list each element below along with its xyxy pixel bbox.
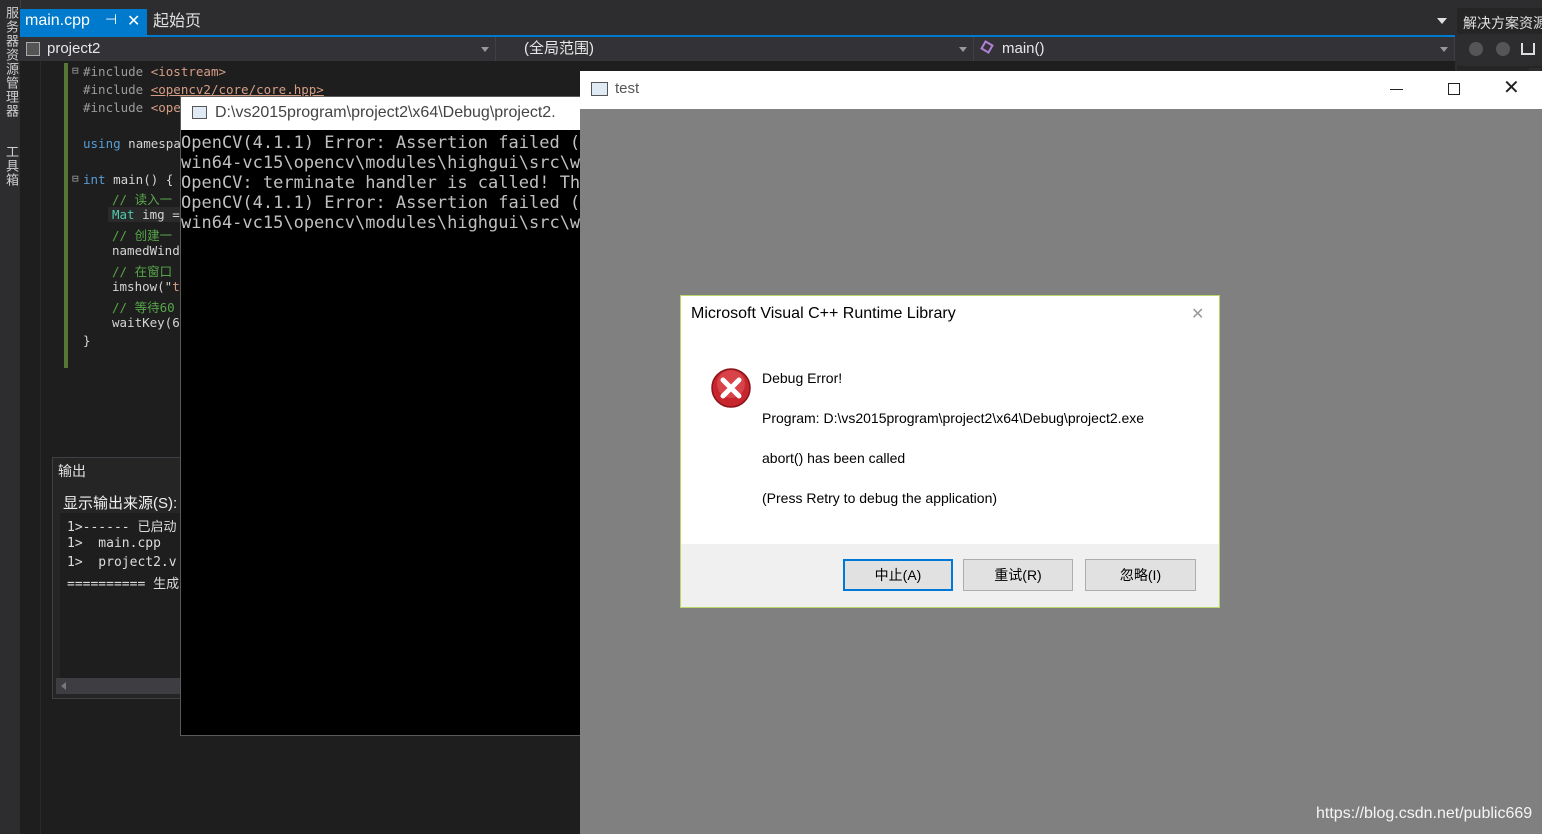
ignore-button[interactable]: 忽略(I) (1085, 559, 1196, 591)
collapse-icon[interactable]: ⊟ (72, 64, 79, 77)
output-source-label: 显示输出来源(S): (63, 495, 178, 512)
code-line: #include <ope (83, 100, 181, 115)
console-line: win64-vc15\opencv\modules\highgui\src\wi (181, 213, 591, 233)
console-line: win64-vc15\opencv\modules\highgui\src\wi (181, 153, 591, 173)
dialog-title: Microsoft Visual C++ Runtime Library (691, 305, 956, 322)
member-label: main() (1002, 40, 1045, 57)
chevron-down-icon (1440, 47, 1448, 52)
member-dropdown[interactable]: main() (976, 37, 1455, 61)
solution-explorer-title: 解决方案资源 (1463, 15, 1542, 31)
home-icon[interactable] (1521, 43, 1535, 55)
tab-main-cpp[interactable]: main.cpp ⊣ ✕ (20, 9, 147, 35)
navigation-bar: project2 (全局范围) main() (20, 37, 1455, 61)
output-line: 1> project2.v (67, 555, 177, 570)
scope-dropdown[interactable]: (全局范围) (498, 37, 974, 61)
output-line: 1> main.cpp (67, 536, 161, 551)
dialog-message: abort() has been called (762, 450, 906, 466)
change-tracking-bar (64, 63, 68, 368)
close-icon[interactable]: ✕ (127, 11, 140, 31)
code-line: // 等待60 (112, 300, 175, 315)
console-line: OpenCV(4.1.1) Error: Assertion failed (s (181, 133, 591, 153)
watermark-text: https://blog.csdn.net/public669 (1316, 805, 1533, 822)
error-icon (711, 368, 751, 408)
close-icon[interactable]: ✕ (1503, 75, 1520, 100)
console-app-icon (192, 106, 207, 119)
project-label: project2 (47, 40, 101, 57)
console-titlebar[interactable]: D:\vs2015program\project2\x64\Debug\proj… (181, 97, 585, 130)
code-line: waitKey(6( (112, 315, 188, 330)
document-tab-bar: main.cpp ⊣ ✕ 起始页 (20, 8, 1455, 37)
retry-button[interactable]: 重试(R) (963, 559, 1073, 591)
maximize-icon[interactable] (1448, 83, 1460, 95)
forward-icon[interactable] (1496, 42, 1510, 56)
dialog-hint: (Press Retry to debug the application) (762, 490, 998, 506)
output-horizontal-scrollbar[interactable] (56, 678, 180, 694)
pin-icon[interactable]: ⊣ (105, 11, 117, 28)
dialog-program-path: Program: D:\vs2015program\project2\x64\D… (762, 410, 1145, 426)
editor-margin (40, 61, 41, 834)
code-line: // 在窗口 (112, 264, 173, 279)
code-line: #include <opencv2/core/core.hpp> (83, 82, 324, 97)
code-line: imshow("te (112, 279, 187, 294)
dialog-close-icon[interactable]: ✕ (1191, 304, 1204, 324)
method-icon (980, 40, 994, 54)
code-line: } (83, 333, 91, 348)
code-line: namedWindo (112, 243, 188, 258)
code-line: // 创建一 (112, 228, 173, 243)
minimize-icon[interactable] (1390, 89, 1403, 90)
scroll-left-icon[interactable] (61, 682, 66, 690)
tab-overflow-icon[interactable] (1437, 18, 1447, 24)
code-line: // 读入一 (112, 192, 173, 207)
chevron-down-icon (481, 47, 489, 52)
code-line: Mat img = (108, 207, 184, 222)
code-line: int main() { (83, 172, 174, 187)
server-explorer-tab[interactable]: 服务器资源管理器 (2, 6, 21, 118)
test-window-title: test (615, 80, 640, 97)
project-dropdown[interactable]: project2 (20, 37, 496, 61)
output-panel-title: 输出 (58, 463, 86, 479)
tab-start-page[interactable]: 起始页 (153, 9, 201, 35)
console-title: D:\vs2015program\project2\x64\Debug\proj… (215, 104, 556, 121)
scope-label: (全局范围) (524, 40, 594, 57)
code-line: #include <iostream> (83, 64, 226, 79)
test-window-app-icon (591, 82, 608, 96)
abort-button[interactable]: 中止(A) (843, 559, 953, 591)
dialog-heading: Debug Error! (762, 370, 843, 386)
output-line: 1>------ 已启动 (67, 520, 177, 535)
project-icon (26, 42, 40, 56)
output-line: ========== 生成 (67, 577, 180, 592)
tab-main-cpp-label: main.cpp (25, 12, 90, 29)
toolbox-tab[interactable]: 工具箱 (2, 145, 21, 187)
test-window-titlebar[interactable]: test ✕ (580, 71, 1542, 109)
console-line: OpenCV: terminate handler is called! The (181, 173, 591, 193)
chevron-down-icon (959, 47, 967, 52)
back-icon[interactable] (1469, 42, 1483, 56)
console-line: OpenCV(4.1.1) Error: Assertion failed (s (181, 193, 591, 213)
left-tool-strip: 服务器资源管理器 工具箱 (0, 0, 21, 834)
code-line: using namespa (83, 136, 181, 151)
solution-toolbar (1457, 34, 1542, 66)
collapse-icon[interactable]: ⊟ (72, 172, 79, 185)
